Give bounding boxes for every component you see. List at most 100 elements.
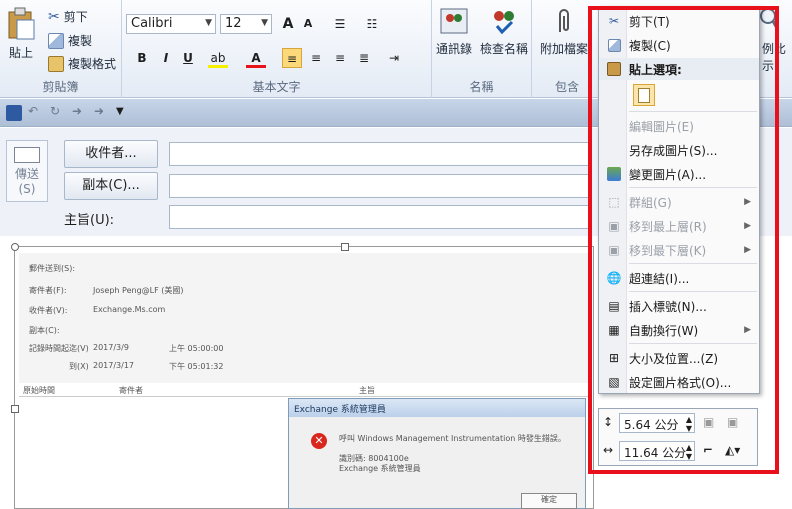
highlight-button[interactable]: ab <box>208 48 228 68</box>
screenshot-field-value: Joseph Peng@LF (美國) <box>93 286 184 295</box>
grow-font-button[interactable]: A <box>278 14 298 34</box>
paste-button[interactable]: 貼上 <box>4 6 38 61</box>
bullets-icon: ☰ <box>334 17 346 31</box>
basic-text-group-label: 基本文字 <box>252 80 301 94</box>
send-label: 傳送 <box>14 167 39 181</box>
align-right-button[interactable]: ≡ <box>330 48 350 68</box>
indent-icon: ⇥ <box>388 51 400 65</box>
justify-icon: ≣ <box>358 51 370 65</box>
justify-button[interactable]: ≣ <box>354 48 374 68</box>
numbering-icon: ☷ <box>366 17 378 31</box>
align-left-button[interactable]: ≡ <box>282 48 302 68</box>
align-right-icon: ≡ <box>334 51 346 65</box>
format-painter-button[interactable]: 複製格式 <box>48 55 116 72</box>
dialog-source: Exchange 系統管理員 <box>339 464 421 473</box>
down-arrow-icon[interactable]: ➜ <box>94 104 104 118</box>
address-book-button[interactable]: 通訊錄 <box>436 6 472 57</box>
screenshot-field-label: 收件者(V): <box>29 306 68 315</box>
attach-file-label: 附加檔案 <box>540 42 589 56</box>
scissors-icon: ✂ <box>48 8 60 25</box>
check-names-icon <box>494 11 514 35</box>
address-book-icon <box>440 8 468 34</box>
screenshot-column: 主旨 <box>359 386 375 395</box>
save-icon[interactable] <box>6 105 22 121</box>
chevron-down-icon: ▼ <box>205 18 212 28</box>
send-key-label: (S) <box>18 182 36 196</box>
subject-label: 主旨(U): <box>64 213 115 228</box>
resize-handle[interactable] <box>11 405 19 413</box>
chevron-down-icon: ▼ <box>261 18 268 28</box>
resize-handle[interactable] <box>341 243 349 251</box>
redo-icon[interactable]: ↻ <box>50 104 60 118</box>
screenshot-field-value: 2017/3/9 <box>93 343 129 352</box>
group-basic-text: Calibri ▼ 12 ▼ A A ☰ ☷ B I U ab A ≡ ≡ ≡ ≣ … <box>122 0 432 98</box>
underline-label: U <box>183 51 193 65</box>
subject-field[interactable] <box>169 205 592 229</box>
attach-file-button[interactable]: 附加檔案 <box>540 6 588 57</box>
group-names: 通訊錄 檢查名稱 名稱 <box>432 0 532 98</box>
copy-icon <box>48 32 64 49</box>
check-names-label: 檢查名稱 <box>480 42 529 56</box>
screenshot-field-label: 寄件者(F): <box>29 286 67 295</box>
screenshot-field-label: 副本(C): <box>29 326 60 335</box>
shrink-font-label: A <box>303 17 313 30</box>
error-icon: ✕ <box>311 433 327 449</box>
send-button[interactable]: 傳送 (S) <box>6 140 48 202</box>
screenshot-field-label: 郵件送到(S): <box>29 264 76 273</box>
underline-button[interactable]: U <box>178 48 198 68</box>
align-center-button[interactable]: ≡ <box>306 48 326 68</box>
font-name-select[interactable]: Calibri ▼ <box>126 14 216 34</box>
numbering-button[interactable]: ☷ <box>362 14 382 34</box>
envelope-icon <box>14 147 40 163</box>
screenshot-column: 寄件者 <box>119 386 143 395</box>
screenshot-field-value: Exchange.Ms.com <box>93 305 166 314</box>
paste-icon <box>8 7 35 40</box>
cc-button[interactable]: 副本(C)... <box>64 172 158 200</box>
names-group-label: 名稱 <box>469 80 494 94</box>
highlight-annotation-box <box>588 6 779 474</box>
clipboard-group-label: 剪貼簿 <box>42 80 79 94</box>
address-book-label: 通訊錄 <box>436 42 473 56</box>
align-left-icon: ≡ <box>286 52 298 66</box>
undo-icon[interactable]: ↶ <box>28 104 38 118</box>
screenshot-field-value: 2017/3/17 <box>93 361 135 370</box>
screenshot-field-label: 記錄時間起迄(V) <box>29 344 89 353</box>
dialog-title: Exchange 系統管理員 <box>289 399 585 417</box>
bullets-button[interactable]: ☰ <box>330 14 350 34</box>
cc-field[interactable] <box>169 174 592 198</box>
up-arrow-icon[interactable]: ➜ <box>72 104 82 118</box>
font-color-label: A <box>251 51 261 65</box>
copy-button[interactable]: 複製 <box>48 32 92 49</box>
screenshot-field-label: 到(X) <box>69 362 89 371</box>
check-names-button[interactable]: 檢查名稱 <box>480 6 528 57</box>
font-color-button[interactable]: A <box>246 48 266 68</box>
cut-button[interactable]: ✂ 剪下 <box>48 8 88 25</box>
font-size-value: 12 <box>225 16 242 31</box>
screenshot-field-value: 下午 05:01:32 <box>169 362 224 371</box>
format-painter-label: 複製格式 <box>68 57 117 71</box>
bold-label: B <box>137 51 147 65</box>
screenshot-column: 原始時間 <box>23 386 55 395</box>
format-painter-icon <box>48 55 64 72</box>
italic-button[interactable]: I <box>156 48 176 68</box>
shrink-font-button[interactable]: A <box>298 14 318 34</box>
to-button[interactable]: 收件者... <box>64 140 158 168</box>
customize-qat-icon[interactable]: ▼ <box>116 106 124 117</box>
group-clipboard: 貼上 ✂ 剪下 複製 複製格式 剪貼簿 <box>0 0 122 98</box>
screenshot-column-header: 原始時間 寄件者 主旨 <box>19 385 589 397</box>
cc-label: 副本(C)... <box>82 178 140 193</box>
resize-handle[interactable] <box>11 243 19 251</box>
copy-label: 複製 <box>68 34 93 48</box>
to-field[interactable] <box>169 142 592 166</box>
indent-button[interactable]: ⇥ <box>384 48 404 68</box>
dialog-ok-button: 確定 <box>521 493 577 509</box>
embedded-screenshot: 郵件送到(S): 寄件者(F): Joseph Peng@LF (美國) 收件者… <box>19 253 589 383</box>
font-name-value: Calibri <box>131 16 173 31</box>
align-center-icon: ≡ <box>310 51 322 65</box>
paste-label: 貼上 <box>8 46 33 60</box>
font-size-select[interactable]: 12 ▼ <box>220 14 272 34</box>
screenshot-field-value: 上午 05:00:00 <box>169 344 224 353</box>
bold-button[interactable]: B <box>132 48 152 68</box>
highlight-label: ab <box>210 51 226 65</box>
italic-label: I <box>163 51 169 65</box>
